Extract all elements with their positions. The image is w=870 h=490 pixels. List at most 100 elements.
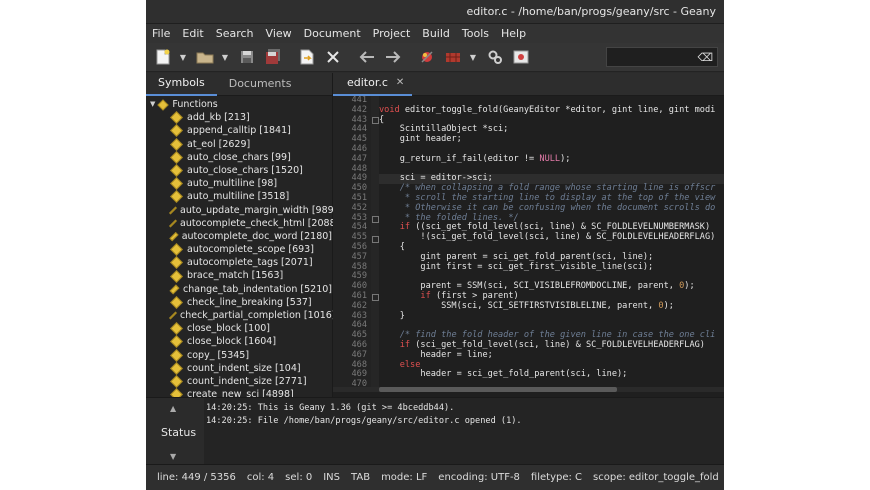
tree-item[interactable]: autocomplete_tags [2071] [146,256,332,270]
tree-item-label: copy_ [5345] [187,349,250,361]
open-file-dropdown[interactable]: ▼ [220,46,230,68]
editor-tab-label: editor.c [347,76,388,89]
fold-margin[interactable] [371,96,379,392]
run-button[interactable] [484,46,506,68]
tree-item-label: check_partial_completion [1016] [180,310,336,321]
status-sel: sel: 0 [285,472,313,483]
function-icon [170,177,183,191]
close-file-button[interactable] [322,46,344,68]
tree-item[interactable]: close_block [100] [146,322,332,336]
tree-item[interactable]: count_indent_size [104] [146,361,332,375]
tree-item[interactable]: autocomplete_doc_word [2180] [146,230,332,243]
tree-item-label: count_indent_size [104] [187,362,301,374]
back-button[interactable] [356,46,378,68]
title-bar[interactable]: editor.c - /home/ban/progs/geany/src - G… [146,0,724,24]
fold-marker-icon[interactable] [372,117,379,124]
code-area[interactable]: 441 442 443 444 445 446 447 448 449 450 451 452 453 4… [333,96,724,392]
function-icon [170,322,183,336]
new-file-button[interactable] [152,46,174,68]
expand-triangle-icon[interactable]: ▼ [150,98,155,111]
clear-search-icon[interactable]: ⌫ [697,51,713,64]
fold-marker-icon[interactable] [372,236,379,243]
tab-symbols[interactable]: Symbols [146,72,217,96]
tree-item[interactable]: brace_match [1563] [146,269,332,283]
tree-item[interactable]: copy_ [5345] [146,348,332,362]
sidebar-tabs: Symbols Documents [146,73,332,96]
menu-document[interactable]: Document [298,27,367,40]
function-icon [170,335,183,349]
scrollbar-thumb[interactable] [379,387,617,392]
tree-item[interactable]: check_line_breaking [537] [146,296,332,309]
tree-item[interactable]: auto_multiline [98] [146,177,332,191]
tree-item[interactable]: auto_close_chars [99] [146,150,332,164]
build-dropdown[interactable]: ▼ [468,46,478,68]
tab-editor-c[interactable]: editor.c ✕ [333,72,413,96]
tree-item[interactable]: close_block [1604] [146,335,332,349]
build-button[interactable] [442,46,464,68]
tree-item[interactable]: auto_update_margin_width [989] [146,204,337,217]
save-button[interactable] [236,46,258,68]
menu-view[interactable]: View [260,27,298,40]
status-bar: line: 449 / 5356 col: 4 sel: 0 INS TAB m… [146,464,724,490]
tree-item-label: at_eol [2629] [187,138,251,150]
tree-item-label: brace_match [1563] [187,270,284,282]
status-tab[interactable]: TAB [351,472,370,483]
menu-file[interactable]: File [146,27,176,40]
scroll-down-icon[interactable]: ▼ [170,452,176,461]
function-icon [169,206,177,214]
tab-status[interactable]: Status [161,426,196,439]
menu-help[interactable]: Help [495,27,532,40]
save-all-button[interactable] [262,46,284,68]
arrow-right-icon [386,51,401,63]
tree-item-label: autocomplete_scope [693] [187,244,314,256]
function-icon [170,296,183,309]
scroll-up-icon[interactable]: ▲ [170,404,176,413]
function-icon [170,361,183,375]
tree-item[interactable]: autocomplete_check_html [2088] [146,217,339,230]
menu-project[interactable]: Project [367,27,417,40]
code-line: SSM(sci, SCI_SETFIRSTVISIBLELINE, parent… [379,300,674,311]
tree-item[interactable]: append_calltip [1841] [146,124,332,138]
function-icon [170,124,183,138]
status-ins[interactable]: INS [323,472,340,483]
menu-search[interactable]: Search [210,27,260,40]
open-file-button[interactable] [194,46,216,68]
color-chooser-icon [513,50,529,64]
tree-item[interactable]: autocomplete_scope [693] [146,243,332,257]
tree-item-label: check_line_breaking [537] [187,296,312,308]
color-chooser-button[interactable] [510,46,532,68]
tab-documents[interactable]: Documents [217,73,304,95]
close-tab-icon[interactable]: ✕ [396,72,404,94]
code-line: g_return_if_fail(editor != NULL); [379,153,571,164]
menu-tools[interactable]: Tools [456,27,495,40]
tree-item[interactable]: auto_close_chars [1520] [146,164,332,177]
main-area: Symbols Documents ▼ Functions add_kb [21… [146,72,724,402]
tree-item-label: append_calltip [1841] [187,125,291,137]
geany-window: editor.c - /home/ban/progs/geany/src - G… [146,0,724,490]
function-icon [169,219,177,228]
status-col: col: 4 [246,472,275,483]
fold-marker-icon[interactable] [372,294,379,301]
tree-item[interactable]: auto_multiline [3518] [146,190,332,204]
horizontal-scrollbar[interactable] [333,387,724,392]
new-file-dropdown[interactable]: ▼ [178,46,188,68]
tree-item-label: add_kb [213] [187,112,250,124]
toolbar: ▼ ▼ ▼ ⌫ [146,43,724,72]
tree-group-functions[interactable]: ▼ Functions [146,98,332,111]
function-icon [170,164,183,177]
tree-item[interactable]: count_indent_size [2771] [146,375,332,388]
revert-button[interactable] [296,46,318,68]
search-field[interactable]: ⌫ [606,47,718,67]
forward-button[interactable] [382,46,404,68]
menu-edit[interactable]: Edit [176,27,209,40]
compile-button[interactable] [416,46,438,68]
tree-item[interactable]: add_kb [213] [146,111,332,125]
tree-item[interactable]: at_eol [2629] [146,137,332,151]
tree-item-label: autocomplete_doc_word [2180] [181,230,332,242]
tree-item-label: autocomplete_tags [2071] [187,257,313,269]
menu-build[interactable]: Build [416,27,456,40]
code-line: } [379,310,405,321]
fold-marker-icon[interactable] [372,216,379,223]
tree-item[interactable]: change_tab_indentation [5210] [146,283,332,296]
tree-item[interactable]: check_partial_completion [1016] [146,309,336,322]
